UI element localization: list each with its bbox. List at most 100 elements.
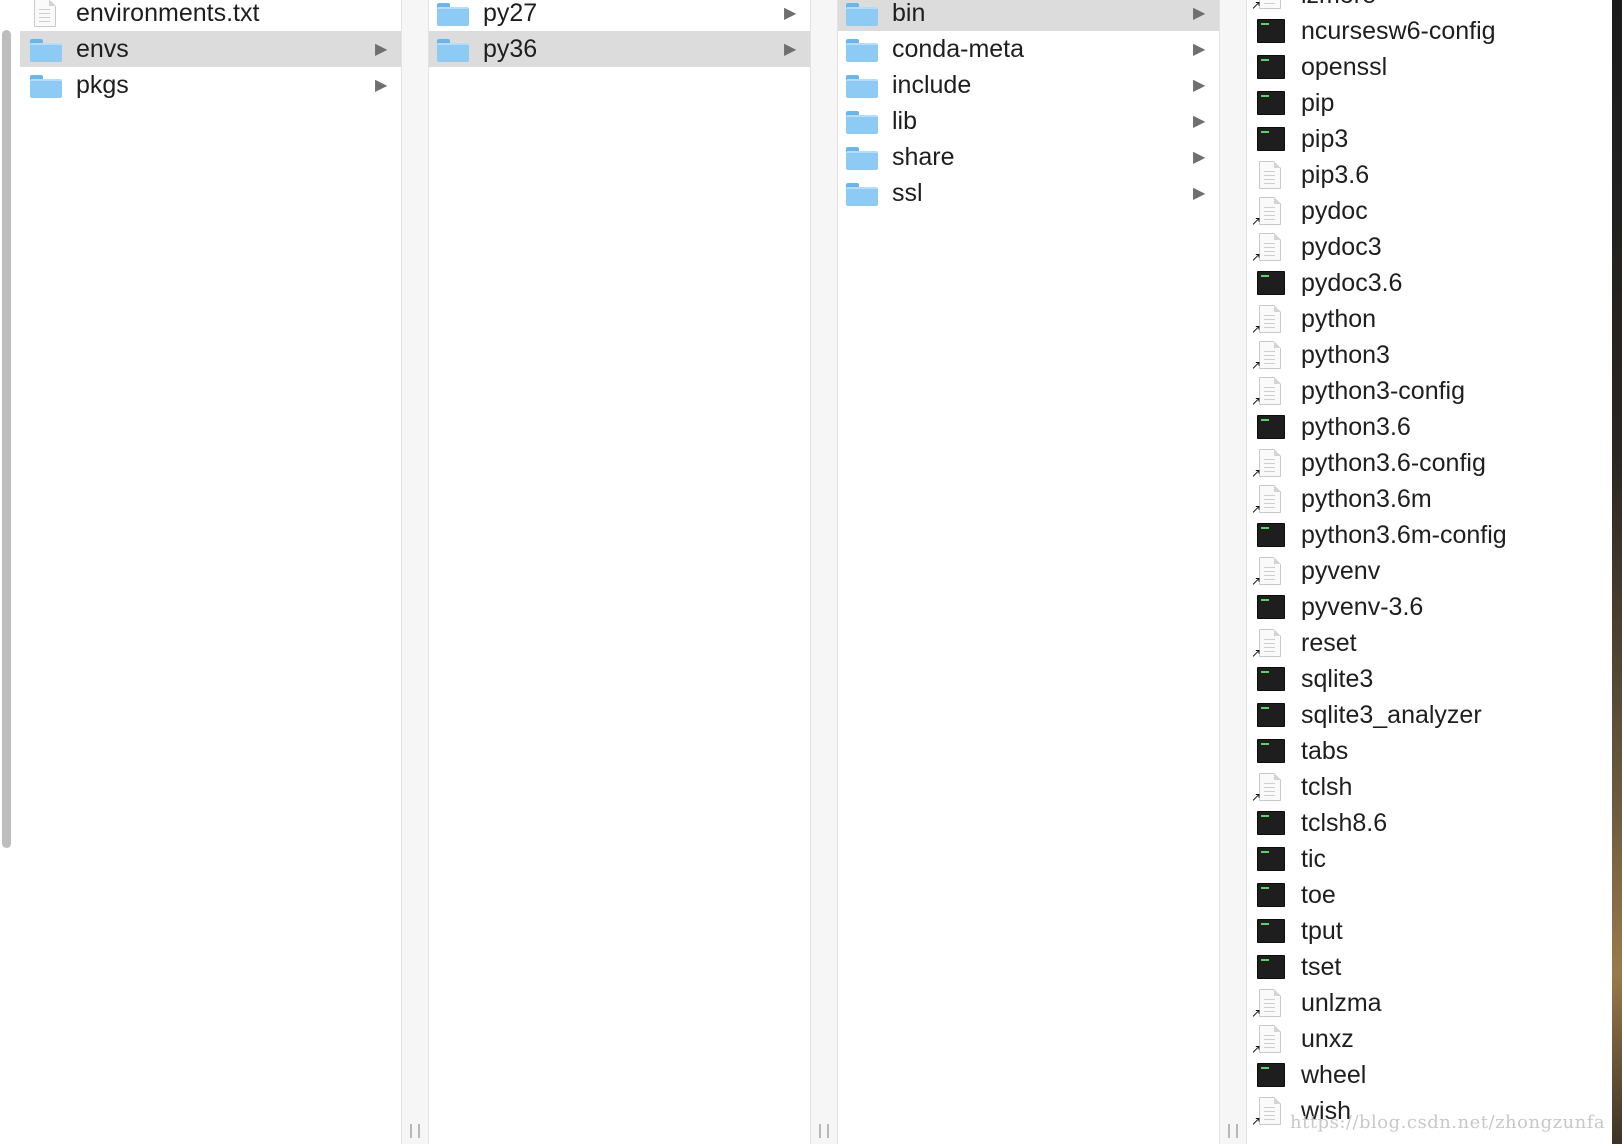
list-item[interactable]: python3.6 bbox=[1247, 409, 1612, 445]
terminal-executable-icon bbox=[1253, 880, 1289, 910]
list-item[interactable]: ↗ pyvenv bbox=[1247, 553, 1612, 589]
list-item-label: pyvenv-3.6 bbox=[1301, 592, 1424, 621]
list-item[interactable]: ↗ lzmore bbox=[1247, 0, 1612, 13]
alias-arrow-icon: ↗ bbox=[1251, 250, 1262, 264]
list-item[interactable]: conda-meta ▶ bbox=[838, 31, 1219, 67]
terminal-executable-icon bbox=[1253, 952, 1289, 982]
terminal-executable-icon bbox=[1253, 664, 1289, 694]
column-divider[interactable] bbox=[810, 0, 838, 1144]
list-item[interactable]: tabs bbox=[1247, 733, 1612, 769]
list-item[interactable]: bin ▶ bbox=[838, 0, 1219, 31]
list-item[interactable]: pip3 bbox=[1247, 121, 1612, 157]
list-item[interactable]: envs ▶ bbox=[20, 31, 401, 67]
alias-arrow-icon: ↗ bbox=[1251, 1114, 1262, 1128]
list-item[interactable]: ssl ▶ bbox=[838, 175, 1219, 211]
list-item-label: openssl bbox=[1301, 52, 1388, 81]
list-item[interactable]: tset bbox=[1247, 949, 1612, 985]
list-item-label: tclsh bbox=[1301, 772, 1353, 801]
list-item[interactable]: sqlite3 bbox=[1247, 661, 1612, 697]
list-item[interactable]: ↗ tclsh bbox=[1247, 769, 1612, 805]
list-item[interactable]: python3.6m-config bbox=[1247, 517, 1612, 553]
list-item[interactable]: ↗ python3.6-config bbox=[1247, 445, 1612, 481]
terminal-executable-icon bbox=[1253, 268, 1289, 298]
folder-icon bbox=[844, 106, 880, 136]
list-item-label: envs bbox=[76, 34, 129, 63]
alias-document-icon: ↗ bbox=[1251, 628, 1289, 660]
terminal-executable-icon bbox=[1253, 916, 1289, 946]
alias-arrow-icon: ↗ bbox=[1251, 214, 1262, 228]
list-item[interactable]: pkgs ▶ bbox=[20, 67, 401, 103]
column-list: bin ▶ conda-meta ▶ include ▶ lib ▶ share ▶ ssl ▶ bbox=[838, 0, 1219, 211]
disclosure-arrow-icon: ▶ bbox=[1193, 113, 1206, 130]
list-item[interactable]: ↗ python3.6m bbox=[1247, 481, 1612, 517]
list-item-label: environments.txt bbox=[76, 0, 260, 27]
list-item[interactable]: tclsh8.6 bbox=[1247, 805, 1612, 841]
list-item-label: python bbox=[1301, 304, 1377, 333]
list-item[interactable]: ↗ pydoc bbox=[1247, 193, 1612, 229]
column-list: ↗ lzmore ncursesw6-config openssl pip pip3 pip… bbox=[1247, 0, 1612, 1129]
list-item-label: tabs bbox=[1301, 736, 1349, 765]
list-item-label: pydoc3 bbox=[1301, 232, 1382, 261]
folder-icon bbox=[844, 178, 880, 208]
list-item[interactable]: ↗ python bbox=[1247, 301, 1612, 337]
list-item[interactable]: openssl bbox=[1247, 49, 1612, 85]
list-item[interactable]: ↗ pydoc3 bbox=[1247, 229, 1612, 265]
list-item[interactable]: ncursesw6-config bbox=[1247, 13, 1612, 49]
column-divider[interactable] bbox=[1219, 0, 1247, 1144]
disclosure-arrow-icon: ▶ bbox=[375, 77, 388, 94]
list-item-label: py27 bbox=[483, 0, 538, 27]
list-item[interactable]: py36 ▶ bbox=[429, 31, 810, 67]
alias-arrow-icon: ↗ bbox=[1251, 790, 1262, 804]
list-item[interactable]: ↗ python3 bbox=[1247, 337, 1612, 373]
list-item-label: sqlite3 bbox=[1301, 664, 1374, 693]
list-item[interactable]: ↗ python3-config bbox=[1247, 373, 1612, 409]
watermark-text: https://blog.csdn.net/zhongzunfa bbox=[1290, 1112, 1606, 1133]
column-divider[interactable] bbox=[401, 0, 429, 1144]
list-item[interactable]: toe bbox=[1247, 877, 1612, 913]
list-item[interactable]: lib ▶ bbox=[838, 103, 1219, 139]
disclosure-arrow-icon: ▶ bbox=[784, 5, 797, 22]
list-item[interactable]: ↗ unlzma bbox=[1247, 985, 1612, 1021]
alias-arrow-icon: ↗ bbox=[1251, 1006, 1262, 1020]
list-item[interactable]: py27 ▶ bbox=[429, 0, 810, 31]
list-item-label: tput bbox=[1301, 916, 1343, 945]
list-item-label: tic bbox=[1301, 844, 1326, 873]
alias-arrow-icon: ↗ bbox=[1251, 466, 1262, 480]
column-resize-handle[interactable] bbox=[819, 1124, 829, 1138]
disclosure-arrow-icon: ▶ bbox=[1193, 77, 1206, 94]
list-item-label: lzmore bbox=[1301, 0, 1612, 10]
list-item[interactable]: ↗ unxz bbox=[1247, 1021, 1612, 1057]
alias-document-icon: ↗ bbox=[1251, 448, 1289, 480]
list-item[interactable]: pydoc3.6 bbox=[1247, 265, 1612, 301]
finder-column-bin: ↗ lzmore ncursesw6-config openssl pip pip3 pip… bbox=[1247, 0, 1612, 1144]
column-resize-handle[interactable] bbox=[410, 1124, 420, 1138]
column-resize-handle[interactable] bbox=[1228, 1124, 1238, 1138]
disclosure-arrow-icon: ▶ bbox=[784, 41, 797, 58]
terminal-executable-icon bbox=[1253, 52, 1289, 82]
list-item-label: toe bbox=[1301, 880, 1336, 909]
list-item[interactable]: tput bbox=[1247, 913, 1612, 949]
alias-document-icon: ↗ bbox=[1251, 772, 1289, 804]
list-item-label: pkgs bbox=[76, 70, 129, 99]
list-item-label: python3-config bbox=[1301, 376, 1466, 405]
folder-icon bbox=[28, 34, 64, 64]
alias-arrow-icon: ↗ bbox=[1251, 646, 1262, 660]
list-item[interactable]: ↗ reset bbox=[1247, 625, 1612, 661]
alias-document-icon: ↗ bbox=[1251, 988, 1289, 1020]
column-list: environments.txt envs ▶ pkgs ▶ bbox=[20, 0, 401, 103]
list-item[interactable]: pip bbox=[1247, 85, 1612, 121]
column-scrollbar[interactable] bbox=[2, 30, 11, 848]
list-item[interactable]: wheel bbox=[1247, 1057, 1612, 1093]
list-item-label: pydoc bbox=[1301, 196, 1368, 225]
list-item-label: python3.6-config bbox=[1301, 448, 1486, 477]
list-item[interactable]: pyvenv-3.6 bbox=[1247, 589, 1612, 625]
list-item[interactable]: tic bbox=[1247, 841, 1612, 877]
list-item[interactable]: sqlite3_analyzer bbox=[1247, 697, 1612, 733]
terminal-executable-icon bbox=[1253, 844, 1289, 874]
list-item-label: sqlite3_analyzer bbox=[1301, 700, 1482, 729]
list-item[interactable]: pip3.6 bbox=[1247, 157, 1612, 193]
alias-arrow-icon: ↗ bbox=[1251, 358, 1262, 372]
list-item[interactable]: include ▶ bbox=[838, 67, 1219, 103]
list-item[interactable]: share ▶ bbox=[838, 139, 1219, 175]
list-item[interactable]: environments.txt bbox=[20, 0, 401, 31]
